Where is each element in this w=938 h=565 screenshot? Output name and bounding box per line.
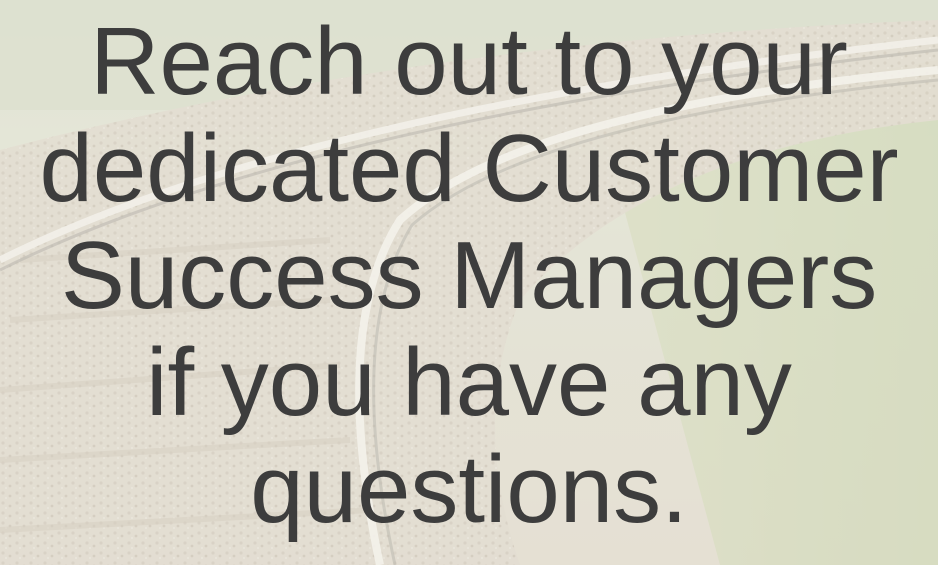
message-line-4: if you have any — [146, 329, 792, 436]
slide: Reach out to your dedicated Customer Suc… — [0, 0, 938, 565]
message-line-2: dedicated Customer — [39, 115, 899, 222]
message-line-1: Reach out to your — [90, 8, 848, 115]
message-line-3: Success Managers — [60, 222, 878, 329]
message-line-5: questions. — [250, 436, 688, 543]
support-message: Reach out to your dedicated Customer Suc… — [0, 0, 938, 543]
